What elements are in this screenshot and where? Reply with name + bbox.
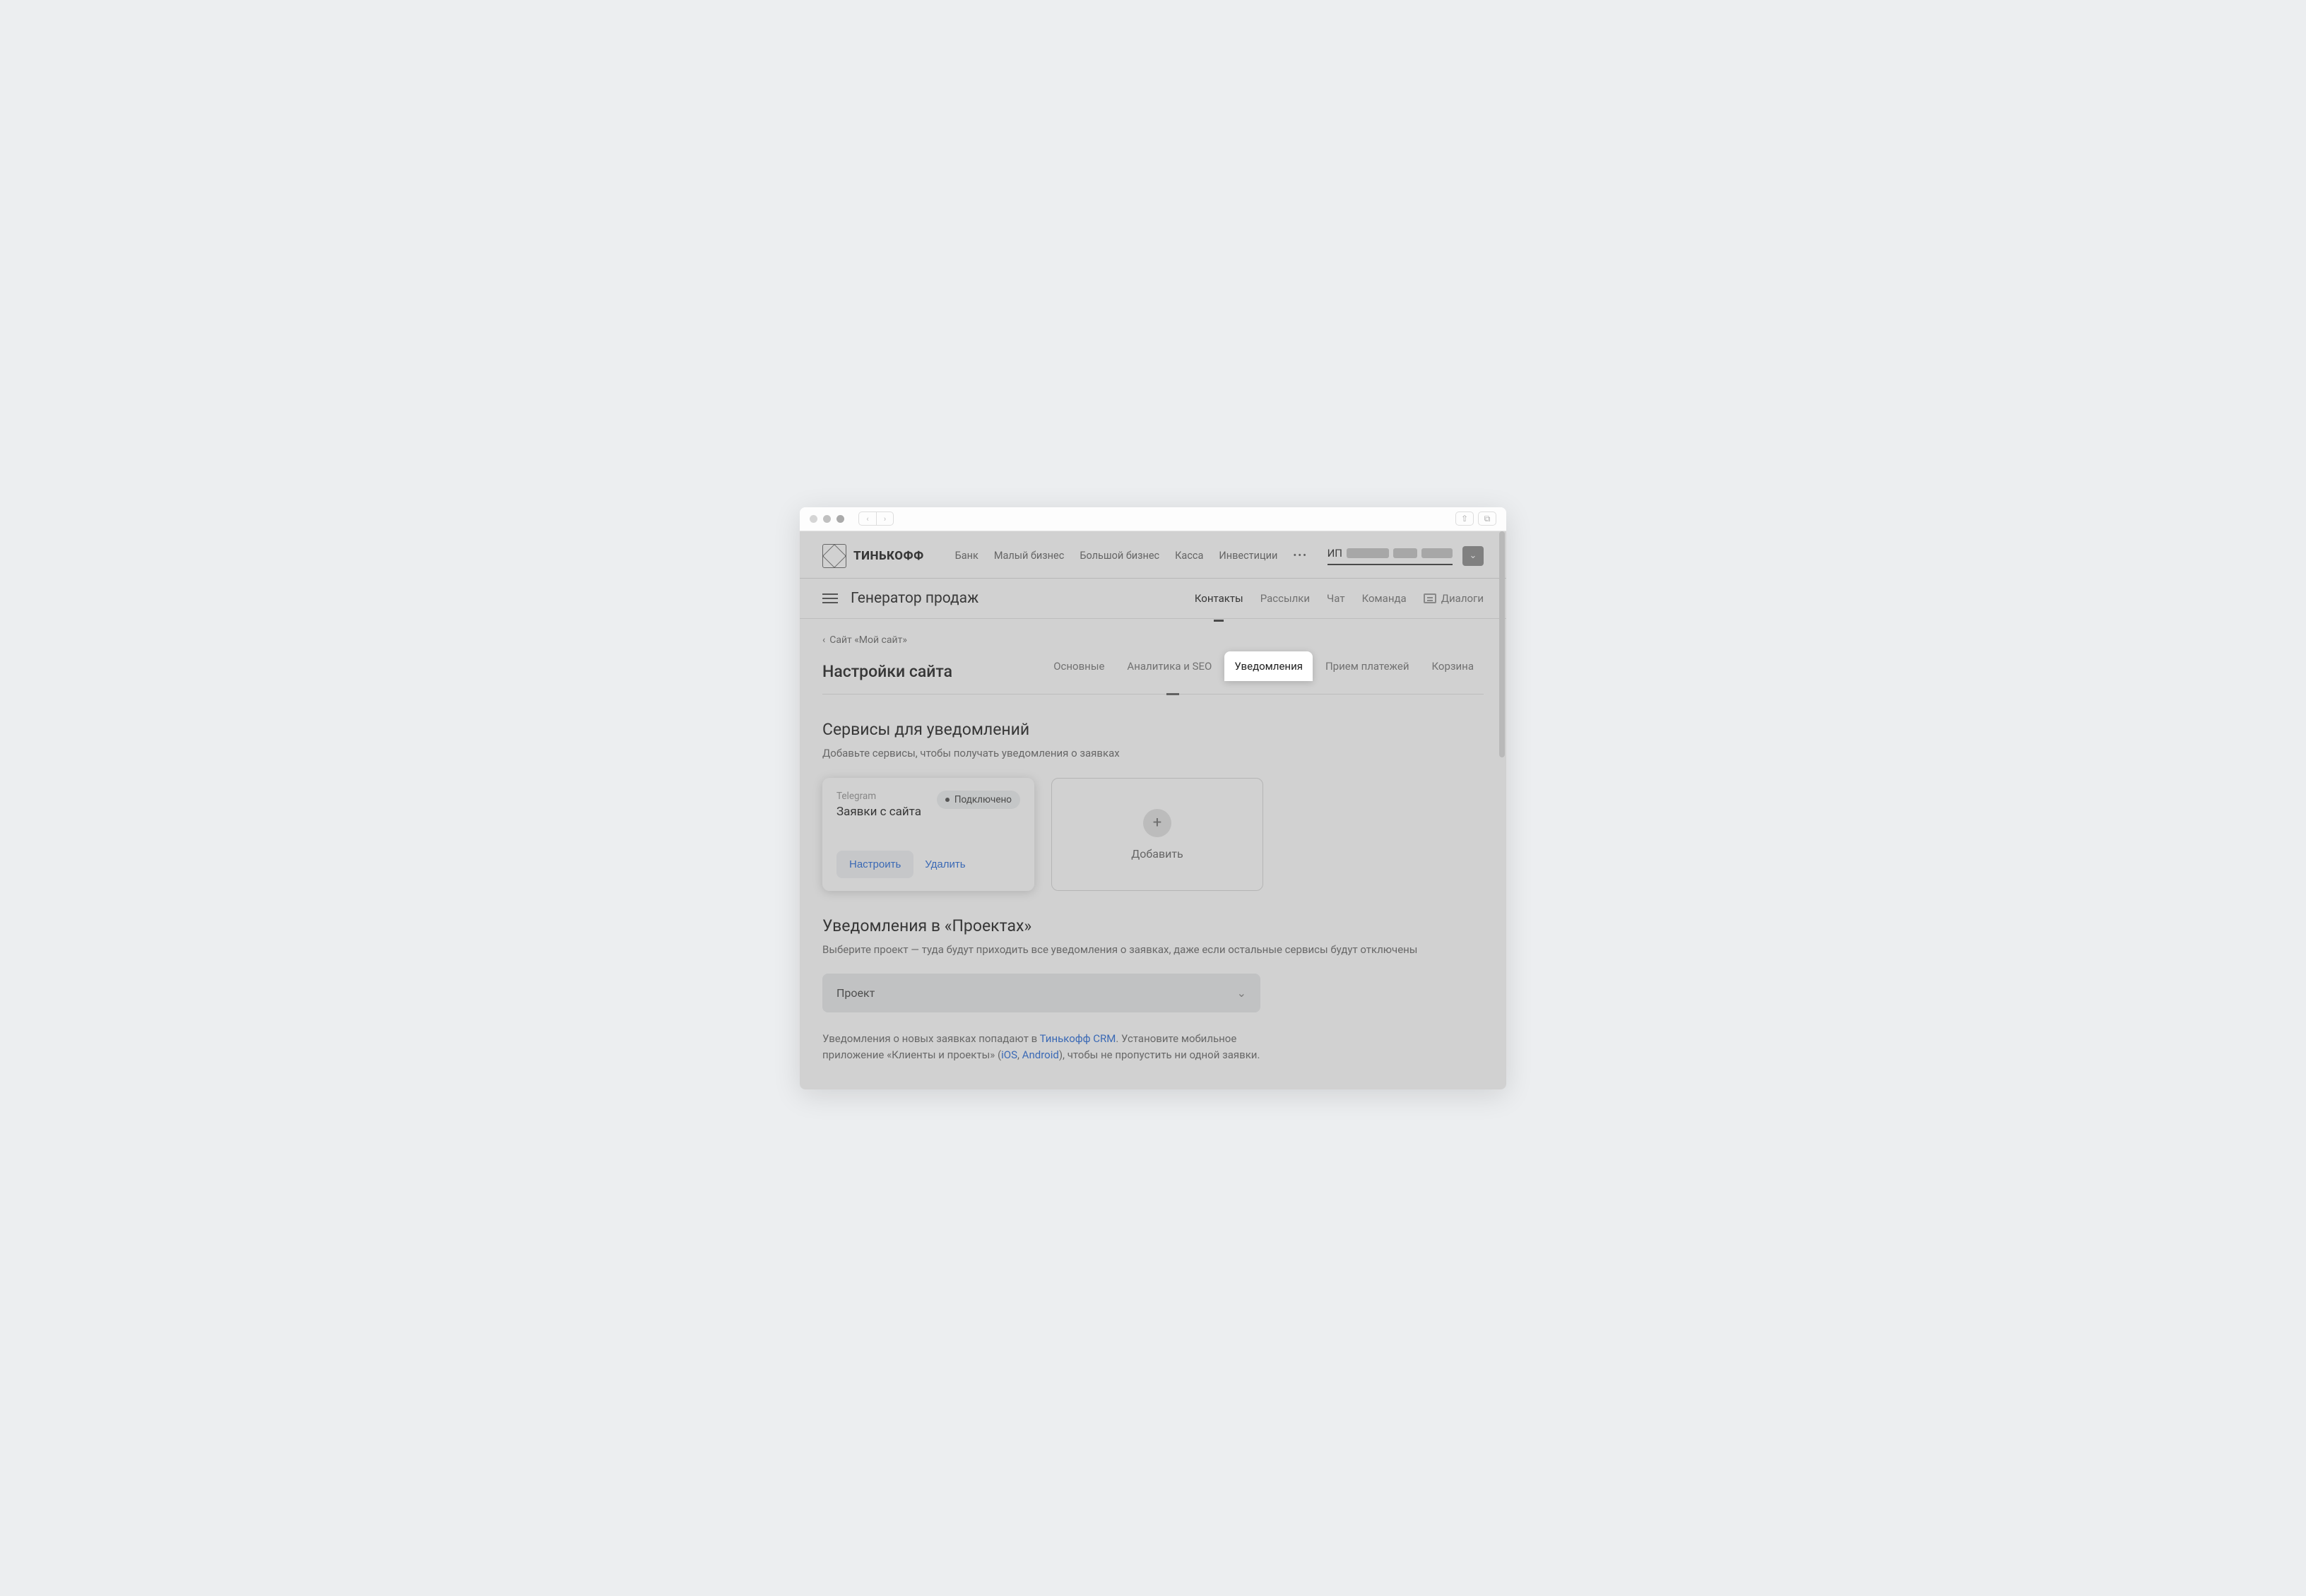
- chevron-left-icon: ‹: [822, 634, 825, 646]
- dialogs-icon: [1424, 593, 1436, 603]
- topnav-link-investments[interactable]: Инвестиции: [1219, 550, 1277, 562]
- add-label: Добавить: [1131, 847, 1183, 861]
- select-label: Проект: [836, 986, 875, 1000]
- services-cards: Telegram Заявки с сайта Подключено Настр…: [822, 778, 1484, 891]
- settings-tabs: Основные Аналитика и SEO Уведомления При…: [1043, 651, 1484, 681]
- projects-heading: Уведомления в «Проектах»: [822, 916, 1484, 935]
- projects-desc: Выберите проект — туда будут приходить в…: [822, 942, 1484, 958]
- info-part1: Уведомления о новых заявках попадают в: [822, 1032, 1040, 1045]
- brand-text: ТИНЬКОФФ: [853, 549, 924, 563]
- account-name-redacted: [1421, 548, 1453, 558]
- nav-arrows: ‹ ›: [858, 512, 894, 526]
- tab-basic[interactable]: Основные: [1043, 651, 1114, 681]
- card-service-label: Telegram: [836, 791, 921, 802]
- account-selector[interactable]: ИП: [1328, 547, 1453, 565]
- logo: ТИНЬКОФФ: [822, 544, 924, 568]
- topnav-more-button[interactable]: •••: [1293, 550, 1308, 562]
- page-title: Настройки сайта: [822, 662, 952, 681]
- browser-chrome: ‹ › ⇧ ⧉: [800, 507, 1506, 531]
- status-badge: Подключено: [937, 791, 1020, 809]
- page-body: ‹ Сайт «Мой сайт» Настройки сайта Основн…: [800, 619, 1506, 1089]
- tab-notifications[interactable]: Уведомления: [1224, 651, 1313, 681]
- menu-icon[interactable]: [822, 593, 838, 603]
- browser-window: ‹ › ⇧ ⧉ ТИНЬКОФФ Банк Малый бизнес Больш…: [800, 507, 1506, 1089]
- secnav-link-team[interactable]: Команда: [1362, 592, 1407, 605]
- breadcrumb-text: Сайт «Мой сайт»: [829, 634, 907, 646]
- add-service-card[interactable]: + Добавить: [1051, 778, 1263, 891]
- section-projects: Уведомления в «Проектах» Выберите проект…: [822, 916, 1484, 1063]
- services-desc: Добавьте сервисы, чтобы получать уведомл…: [822, 746, 1484, 762]
- service-card-telegram: Telegram Заявки с сайта Подключено Настр…: [822, 778, 1034, 891]
- delete-button[interactable]: Удалить: [925, 858, 965, 870]
- info-text: Уведомления о новых заявках попадают в Т…: [822, 1031, 1275, 1064]
- crm-link[interactable]: Тинькофф CRM: [1040, 1032, 1116, 1045]
- topnav-link-kassa[interactable]: Касса: [1175, 550, 1203, 562]
- dialogs-label: Диалоги: [1441, 592, 1484, 605]
- tab-payments[interactable]: Прием платежей: [1315, 651, 1419, 681]
- status-dot-icon: [945, 798, 950, 802]
- status-badge-text: Подключено: [954, 794, 1012, 805]
- viewport: ТИНЬКОФФ Банк Малый бизнес Большой бизне…: [800, 531, 1506, 1089]
- topnav-links: Банк Малый бизнес Большой бизнес Касса И…: [955, 550, 1308, 562]
- header-row: Настройки сайта Основные Аналитика и SEO…: [822, 651, 1484, 694]
- breadcrumb[interactable]: ‹ Сайт «Мой сайт»: [822, 634, 1484, 646]
- services-heading: Сервисы для уведомлений: [822, 720, 1484, 739]
- secnav-links: Контакты Рассылки Чат Команда Диалоги: [1195, 592, 1484, 605]
- secnav-link-chat[interactable]: Чат: [1327, 592, 1345, 605]
- topnav-link-big-business[interactable]: Большой бизнес: [1080, 550, 1159, 562]
- scrollbar[interactable]: [1499, 531, 1505, 757]
- topnav-link-bank[interactable]: Банк: [955, 550, 978, 562]
- dialogs-button[interactable]: Диалоги: [1424, 592, 1484, 605]
- traffic-close-icon[interactable]: [810, 515, 817, 523]
- share-button[interactable]: ⇧: [1455, 512, 1474, 526]
- chevron-down-icon: ⌄: [1237, 986, 1246, 1000]
- nav-forward-button[interactable]: ›: [876, 512, 893, 525]
- page-content: ТИНЬКОФФ Банк Малый бизнес Большой бизне…: [800, 531, 1506, 1089]
- card-title: Заявки с сайта: [836, 805, 921, 819]
- tab-analytics-seo[interactable]: Аналитика и SEO: [1117, 651, 1222, 681]
- account-prefix: ИП: [1328, 547, 1342, 560]
- configure-button[interactable]: Настроить: [836, 851, 913, 878]
- ios-link[interactable]: iOS: [1001, 1048, 1017, 1061]
- section-services: Сервисы для уведомлений Добавьте сервисы…: [822, 720, 1484, 892]
- account-name-redacted: [1347, 548, 1389, 558]
- traffic-zoom-icon[interactable]: [836, 515, 844, 523]
- secnav: Генератор продаж Контакты Рассылки Чат К…: [800, 579, 1506, 619]
- account-dropdown-button[interactable]: ⌄: [1462, 546, 1484, 566]
- info-part3: ), чтобы не пропустить ни одной заявки.: [1059, 1048, 1260, 1061]
- secnav-link-mailings[interactable]: Рассылки: [1260, 592, 1310, 605]
- topnav: ТИНЬКОФФ Банк Малый бизнес Большой бизне…: [800, 531, 1506, 579]
- traffic-lights: [810, 515, 844, 523]
- tab-cart[interactable]: Корзина: [1421, 651, 1484, 681]
- logo-icon: [822, 544, 846, 568]
- info-sep: ,: [1017, 1048, 1022, 1061]
- nav-back-button[interactable]: ‹: [859, 512, 876, 525]
- traffic-minimize-icon[interactable]: [823, 515, 831, 523]
- tabs-button[interactable]: ⧉: [1478, 512, 1496, 526]
- topnav-link-small-business[interactable]: Малый бизнес: [994, 550, 1064, 562]
- android-link[interactable]: Android: [1022, 1048, 1059, 1061]
- project-select[interactable]: Проект ⌄: [822, 974, 1260, 1012]
- plus-icon: +: [1143, 809, 1171, 837]
- account-name-redacted: [1393, 548, 1417, 558]
- secnav-link-contacts[interactable]: Контакты: [1195, 592, 1243, 605]
- app-title: Генератор продаж: [851, 590, 978, 607]
